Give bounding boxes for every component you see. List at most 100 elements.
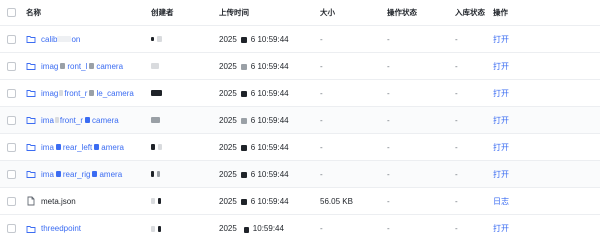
name-cell[interactable]: meta.json <box>26 188 148 214</box>
time-end: 6 10:59:44 <box>250 61 289 71</box>
open-action[interactable]: 打开 <box>493 26 553 52</box>
name-cell[interactable]: calib on <box>26 26 148 52</box>
table-row[interactable]: ima rear_left amera 2025 6 10:59:44 - - -… <box>0 134 600 161</box>
time-start: 2025 <box>219 224 237 233</box>
row-checkbox[interactable] <box>7 34 16 44</box>
time-end: 6 10:59:44 <box>250 196 289 206</box>
row-checkbox[interactable] <box>7 115 16 125</box>
in-status: - <box>455 88 458 98</box>
row-checkbox[interactable] <box>7 224 16 233</box>
op-status: - <box>387 34 390 44</box>
name-link-start[interactable]: imag <box>41 62 58 71</box>
time-redaction <box>238 63 250 71</box>
row-checkbox[interactable] <box>7 88 16 98</box>
name-link-end[interactable]: camera <box>92 116 119 125</box>
creator-redacted <box>151 90 162 96</box>
name-file[interactable]: meta.json <box>41 197 76 206</box>
name-link[interactable]: threedpoint <box>41 224 81 233</box>
creator-redacted <box>151 63 159 69</box>
in-status: - <box>455 34 458 44</box>
time-redaction <box>238 225 252 233</box>
name-link-mid[interactable]: ront_l <box>67 62 87 71</box>
row-checkbox[interactable] <box>7 142 16 152</box>
file-table: 名称 创建者 上传时间 大小 操作状态 入库状态 操作 calib on 202… <box>0 0 600 242</box>
table-row[interactable]: calib on 2025 6 10:59:44 - - - 打开 <box>0 26 600 53</box>
open-action[interactable]: 打开 <box>493 80 553 106</box>
header-upload-time[interactable]: 上传时间 <box>219 0 319 25</box>
header-in-status[interactable]: 入库状态 <box>455 0 489 25</box>
name-link-end[interactable]: on <box>71 35 80 44</box>
name-link-start[interactable]: calib <box>41 35 57 44</box>
header-checkbox-cell[interactable] <box>7 0 17 25</box>
op-status: - <box>387 224 390 233</box>
name-link-start[interactable]: ima <box>41 143 54 152</box>
folder-icon <box>26 63 36 70</box>
open-action[interactable]: 打开 <box>493 107 553 133</box>
open-action[interactable]: 打开 <box>493 161 553 187</box>
open-action[interactable]: 打开 <box>493 53 553 79</box>
log-action[interactable]: 日志 <box>493 188 553 214</box>
table-row[interactable]: meta.json 2025 6 10:59:44 56.05 KB - - 日志 <box>0 188 600 215</box>
header-creator[interactable]: 创建者 <box>151 0 217 25</box>
size: - <box>320 61 323 71</box>
folder-icon <box>26 225 36 233</box>
folder-icon <box>26 36 36 43</box>
table-row[interactable]: ima front_r camera 2025 6 10:59:44 - - - … <box>0 107 600 134</box>
creator-redacted <box>151 117 160 123</box>
name-link-end[interactable]: le_camera <box>96 89 133 98</box>
name-link-end[interactable]: camera <box>96 62 123 71</box>
table-row[interactable]: imag ront_l camera 2025 6 10:59:44 - - - … <box>0 53 600 80</box>
name-cell[interactable]: ima front_r camera <box>26 107 148 133</box>
open-action[interactable]: 打开 <box>493 215 553 242</box>
header-op-status[interactable]: 操作状态 <box>387 0 453 25</box>
time-end: 6 10:59:44 <box>250 142 289 152</box>
folder-icon <box>26 171 36 178</box>
creator-redacted <box>151 225 161 232</box>
select-all-checkbox[interactable] <box>7 8 16 17</box>
time-start: 2025 <box>219 169 237 179</box>
name-link-start[interactable]: ima <box>41 116 54 125</box>
name-link-mid[interactable]: front_r <box>64 89 87 98</box>
upload-time: 2025 6 10:59:44 <box>219 161 319 187</box>
name-link-mid[interactable]: rear_left <box>63 143 92 152</box>
in-status: - <box>455 142 458 152</box>
file-icon <box>27 196 35 206</box>
time-start: 2025 <box>219 196 237 206</box>
in-status: - <box>455 196 458 206</box>
open-action[interactable]: 打开 <box>493 134 553 160</box>
size: - <box>320 34 323 44</box>
row-checkbox[interactable] <box>7 169 16 179</box>
name-cell[interactable]: ima rear_rig amera <box>26 161 148 187</box>
size: - <box>320 169 323 179</box>
header-size[interactable]: 大小 <box>320 0 386 25</box>
name-link-mid[interactable]: front_r <box>60 116 83 125</box>
redaction <box>54 117 59 123</box>
header-name[interactable]: 名称 <box>26 0 148 25</box>
table-header: 名称 创建者 上传时间 大小 操作状态 入库状态 操作 <box>0 0 600 26</box>
name-cell[interactable]: imag ront_l camera <box>26 53 148 79</box>
redaction <box>59 90 64 96</box>
table-row[interactable]: ima rear_rig amera 2025 6 10:59:44 - - - … <box>0 161 600 188</box>
name-link-start[interactable]: imag <box>41 89 58 98</box>
time-end: 6 10:59:44 <box>250 34 289 44</box>
redaction <box>55 144 61 150</box>
row-checkbox[interactable] <box>7 196 16 206</box>
name-link-end[interactable]: amera <box>101 143 124 152</box>
row-checkbox[interactable] <box>7 61 16 71</box>
name-cell[interactable]: threedpoint <box>26 215 148 242</box>
upload-time: 2025 6 10:59:44 <box>219 107 319 133</box>
time-start: 2025 <box>219 115 237 125</box>
time-start: 2025 <box>219 34 237 44</box>
table-row[interactable]: imag front_r le_camera 2025 6 10:59:44 - … <box>0 80 600 107</box>
name-cell[interactable]: ima rear_left amera <box>26 134 148 160</box>
name-link-mid[interactable]: rear_rig <box>63 170 91 179</box>
size: - <box>320 115 323 125</box>
time-redaction <box>238 36 250 44</box>
time-redaction <box>238 198 250 206</box>
name-link-start[interactable]: ima <box>41 170 54 179</box>
header-action: 操作 <box>493 8 508 17</box>
name-link-end[interactable]: amera <box>99 170 122 179</box>
folder-icon <box>26 144 36 151</box>
name-cell[interactable]: imag front_r le_camera <box>26 80 148 106</box>
table-row[interactable]: threedpoint 2025 10:59:44 - - - 打开 <box>0 215 600 242</box>
